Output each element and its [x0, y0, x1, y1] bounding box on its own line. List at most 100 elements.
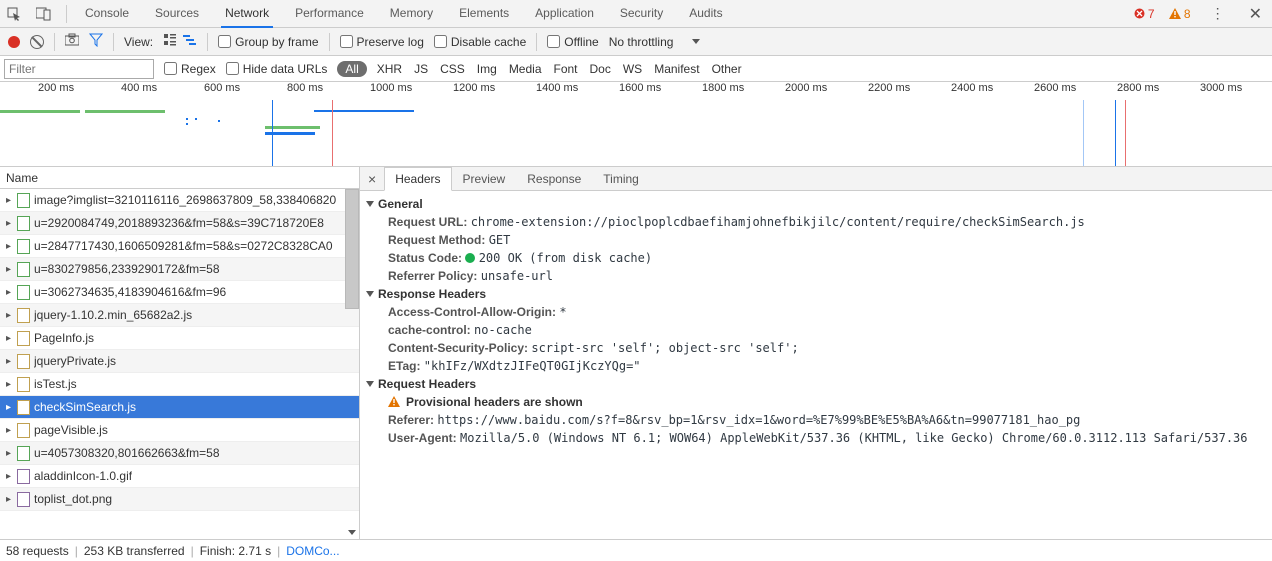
table-row[interactable]: ▸ jqueryPrivate.js	[0, 350, 359, 373]
filter-input[interactable]	[4, 59, 154, 79]
file-icon	[17, 423, 30, 438]
tab-memory[interactable]: Memory	[386, 0, 437, 28]
hide-data-urls-checkbox[interactable]: Hide data URLs	[226, 62, 328, 76]
expand-icon: ▸	[6, 218, 13, 229]
column-header-name[interactable]: Name	[0, 167, 359, 189]
filter-type-css[interactable]: CSS	[440, 62, 465, 76]
filter-toggle-icon[interactable]	[89, 33, 103, 50]
table-row[interactable]: ▸checkSimSearch.js	[0, 396, 359, 419]
table-row[interactable]: ▸aladdinIcon-1.0.gif	[0, 465, 359, 488]
timeline-tick: 2800 ms	[1117, 82, 1159, 94]
section-general[interactable]: General	[360, 195, 1272, 213]
table-row[interactable]: ▸pageVisible.js	[0, 419, 359, 442]
tab-audits[interactable]: Audits	[685, 0, 726, 28]
device-toggle-icon[interactable]	[36, 6, 52, 22]
section-request-headers[interactable]: Request Headers	[360, 375, 1272, 393]
timeline-tick: 2200 ms	[868, 82, 910, 94]
table-row[interactable]: ▸u=2847717430,1606509281&fm=58&s=0272C83…	[0, 235, 359, 258]
filter-type-font[interactable]: Font	[554, 62, 578, 76]
request-name: jqueryPrivate.js	[34, 354, 116, 368]
request-name: image?imglist=3210116116_2698637809_58,3…	[34, 193, 336, 207]
tab-network[interactable]: Network	[221, 0, 273, 28]
filter-type-ws[interactable]: WS	[623, 62, 642, 76]
more-menu-icon[interactable]: ⋮	[1205, 5, 1231, 22]
detail-tab-timing[interactable]: Timing	[592, 167, 650, 191]
request-name: u=3062734635,4183904616&fm=96	[34, 285, 226, 299]
filter-type-doc[interactable]: Doc	[590, 62, 611, 76]
group-by-frame-checkbox[interactable]: Group by frame	[218, 35, 318, 49]
disclosure-triangle-icon	[366, 381, 374, 387]
table-row[interactable]: ▸image?imglist=3210116116_2698637809_58,…	[0, 189, 359, 212]
filter-type-media[interactable]: Media	[509, 62, 542, 76]
detail-tabbar: × HeadersPreviewResponseTiming	[360, 167, 1272, 191]
filter-type-js[interactable]: JS	[414, 62, 428, 76]
scrollbar-down-icon[interactable]	[345, 525, 359, 539]
tab-application[interactable]: Application	[531, 0, 598, 28]
table-row[interactable]: ▸u=2920084749,2018893236&fm=58&s=39C7187…	[0, 212, 359, 235]
disclosure-triangle-icon	[366, 291, 374, 297]
file-icon	[17, 285, 30, 300]
error-count[interactable]: 7	[1134, 7, 1155, 21]
offline-checkbox[interactable]: Offline	[547, 35, 598, 49]
expand-icon: ▸	[6, 333, 13, 344]
request-list: Name ▸image?imglist=3210116116_269863780…	[0, 167, 360, 539]
table-row[interactable]: ▸u=4057308320,801662663&fm=58	[0, 442, 359, 465]
request-name: u=2847717430,1606509281&fm=58&s=0272C832…	[34, 239, 333, 253]
file-icon	[17, 400, 30, 415]
file-icon	[17, 262, 30, 277]
tab-console[interactable]: Console	[81, 0, 133, 28]
scrollbar-thumb[interactable]	[345, 189, 359, 309]
record-button[interactable]	[8, 36, 20, 48]
file-icon	[17, 193, 30, 208]
clear-button[interactable]	[30, 35, 44, 49]
expand-icon: ▸	[6, 356, 13, 367]
detail-tab-response[interactable]: Response	[516, 167, 592, 191]
provisional-warning: Provisional headers are shown	[360, 393, 1272, 411]
table-row[interactable]: ▸jquery-1.10.2.min_65682a2.js	[0, 304, 359, 327]
timeline-tick: 800 ms	[287, 82, 323, 94]
filter-type-all[interactable]: All	[337, 61, 366, 77]
timeline-tick: 2600 ms	[1034, 82, 1076, 94]
capture-screenshots-icon[interactable]	[65, 33, 79, 50]
large-rows-icon[interactable]	[163, 33, 177, 50]
timeline-overview[interactable]: 200 ms400 ms600 ms800 ms1000 ms1200 ms14…	[0, 82, 1272, 167]
table-row[interactable]: ▸PageInfo.js	[0, 327, 359, 350]
status-transferred: 253 KB transferred	[84, 544, 185, 558]
timeline-tick: 1400 ms	[536, 82, 578, 94]
file-icon	[17, 331, 30, 346]
file-icon	[17, 216, 30, 231]
preserve-log-checkbox[interactable]: Preserve log	[340, 35, 424, 49]
timeline-tick: 1600 ms	[619, 82, 661, 94]
table-row[interactable]: ▸u=3062734635,4183904616&fm=96	[0, 281, 359, 304]
filter-type-xhr[interactable]: XHR	[377, 62, 402, 76]
close-detail-icon[interactable]: ×	[360, 171, 384, 187]
section-response-headers[interactable]: Response Headers	[360, 285, 1272, 303]
inspect-icon[interactable]	[6, 6, 22, 22]
tab-elements[interactable]: Elements	[455, 0, 513, 28]
detail-tab-headers[interactable]: Headers	[384, 167, 451, 191]
throttling-select[interactable]: No throttling	[609, 35, 700, 49]
file-icon	[17, 469, 30, 484]
close-icon[interactable]: ✕	[1245, 4, 1266, 24]
filter-type-other[interactable]: Other	[712, 62, 742, 76]
tab-performance[interactable]: Performance	[291, 0, 368, 28]
table-row[interactable]: ▸u=830279856,2339290172&fm=58	[0, 258, 359, 281]
filter-type-img[interactable]: Img	[477, 62, 497, 76]
request-name: isTest.js	[34, 377, 77, 391]
tab-security[interactable]: Security	[616, 0, 667, 28]
filter-bar: Regex Hide data URLs All XHR JS CSS Img Medi…	[0, 56, 1272, 82]
waterfall-icon[interactable]	[183, 33, 197, 50]
detail-tab-preview[interactable]: Preview	[452, 167, 517, 191]
filter-type-manifest[interactable]: Manifest	[654, 62, 699, 76]
table-row[interactable]: ▸toplist_dot.png	[0, 488, 359, 511]
regex-checkbox[interactable]: Regex	[164, 62, 216, 76]
disable-cache-checkbox[interactable]: Disable cache	[434, 35, 526, 49]
timeline-tick: 2400 ms	[951, 82, 993, 94]
table-row[interactable]: ▸isTest.js	[0, 373, 359, 396]
tab-sources[interactable]: Sources	[151, 0, 203, 28]
warning-count[interactable]: 8	[1169, 7, 1191, 21]
timeline-tick: 2000 ms	[785, 82, 827, 94]
separator	[66, 5, 67, 23]
file-icon	[17, 377, 30, 392]
expand-icon: ▸	[6, 471, 13, 482]
